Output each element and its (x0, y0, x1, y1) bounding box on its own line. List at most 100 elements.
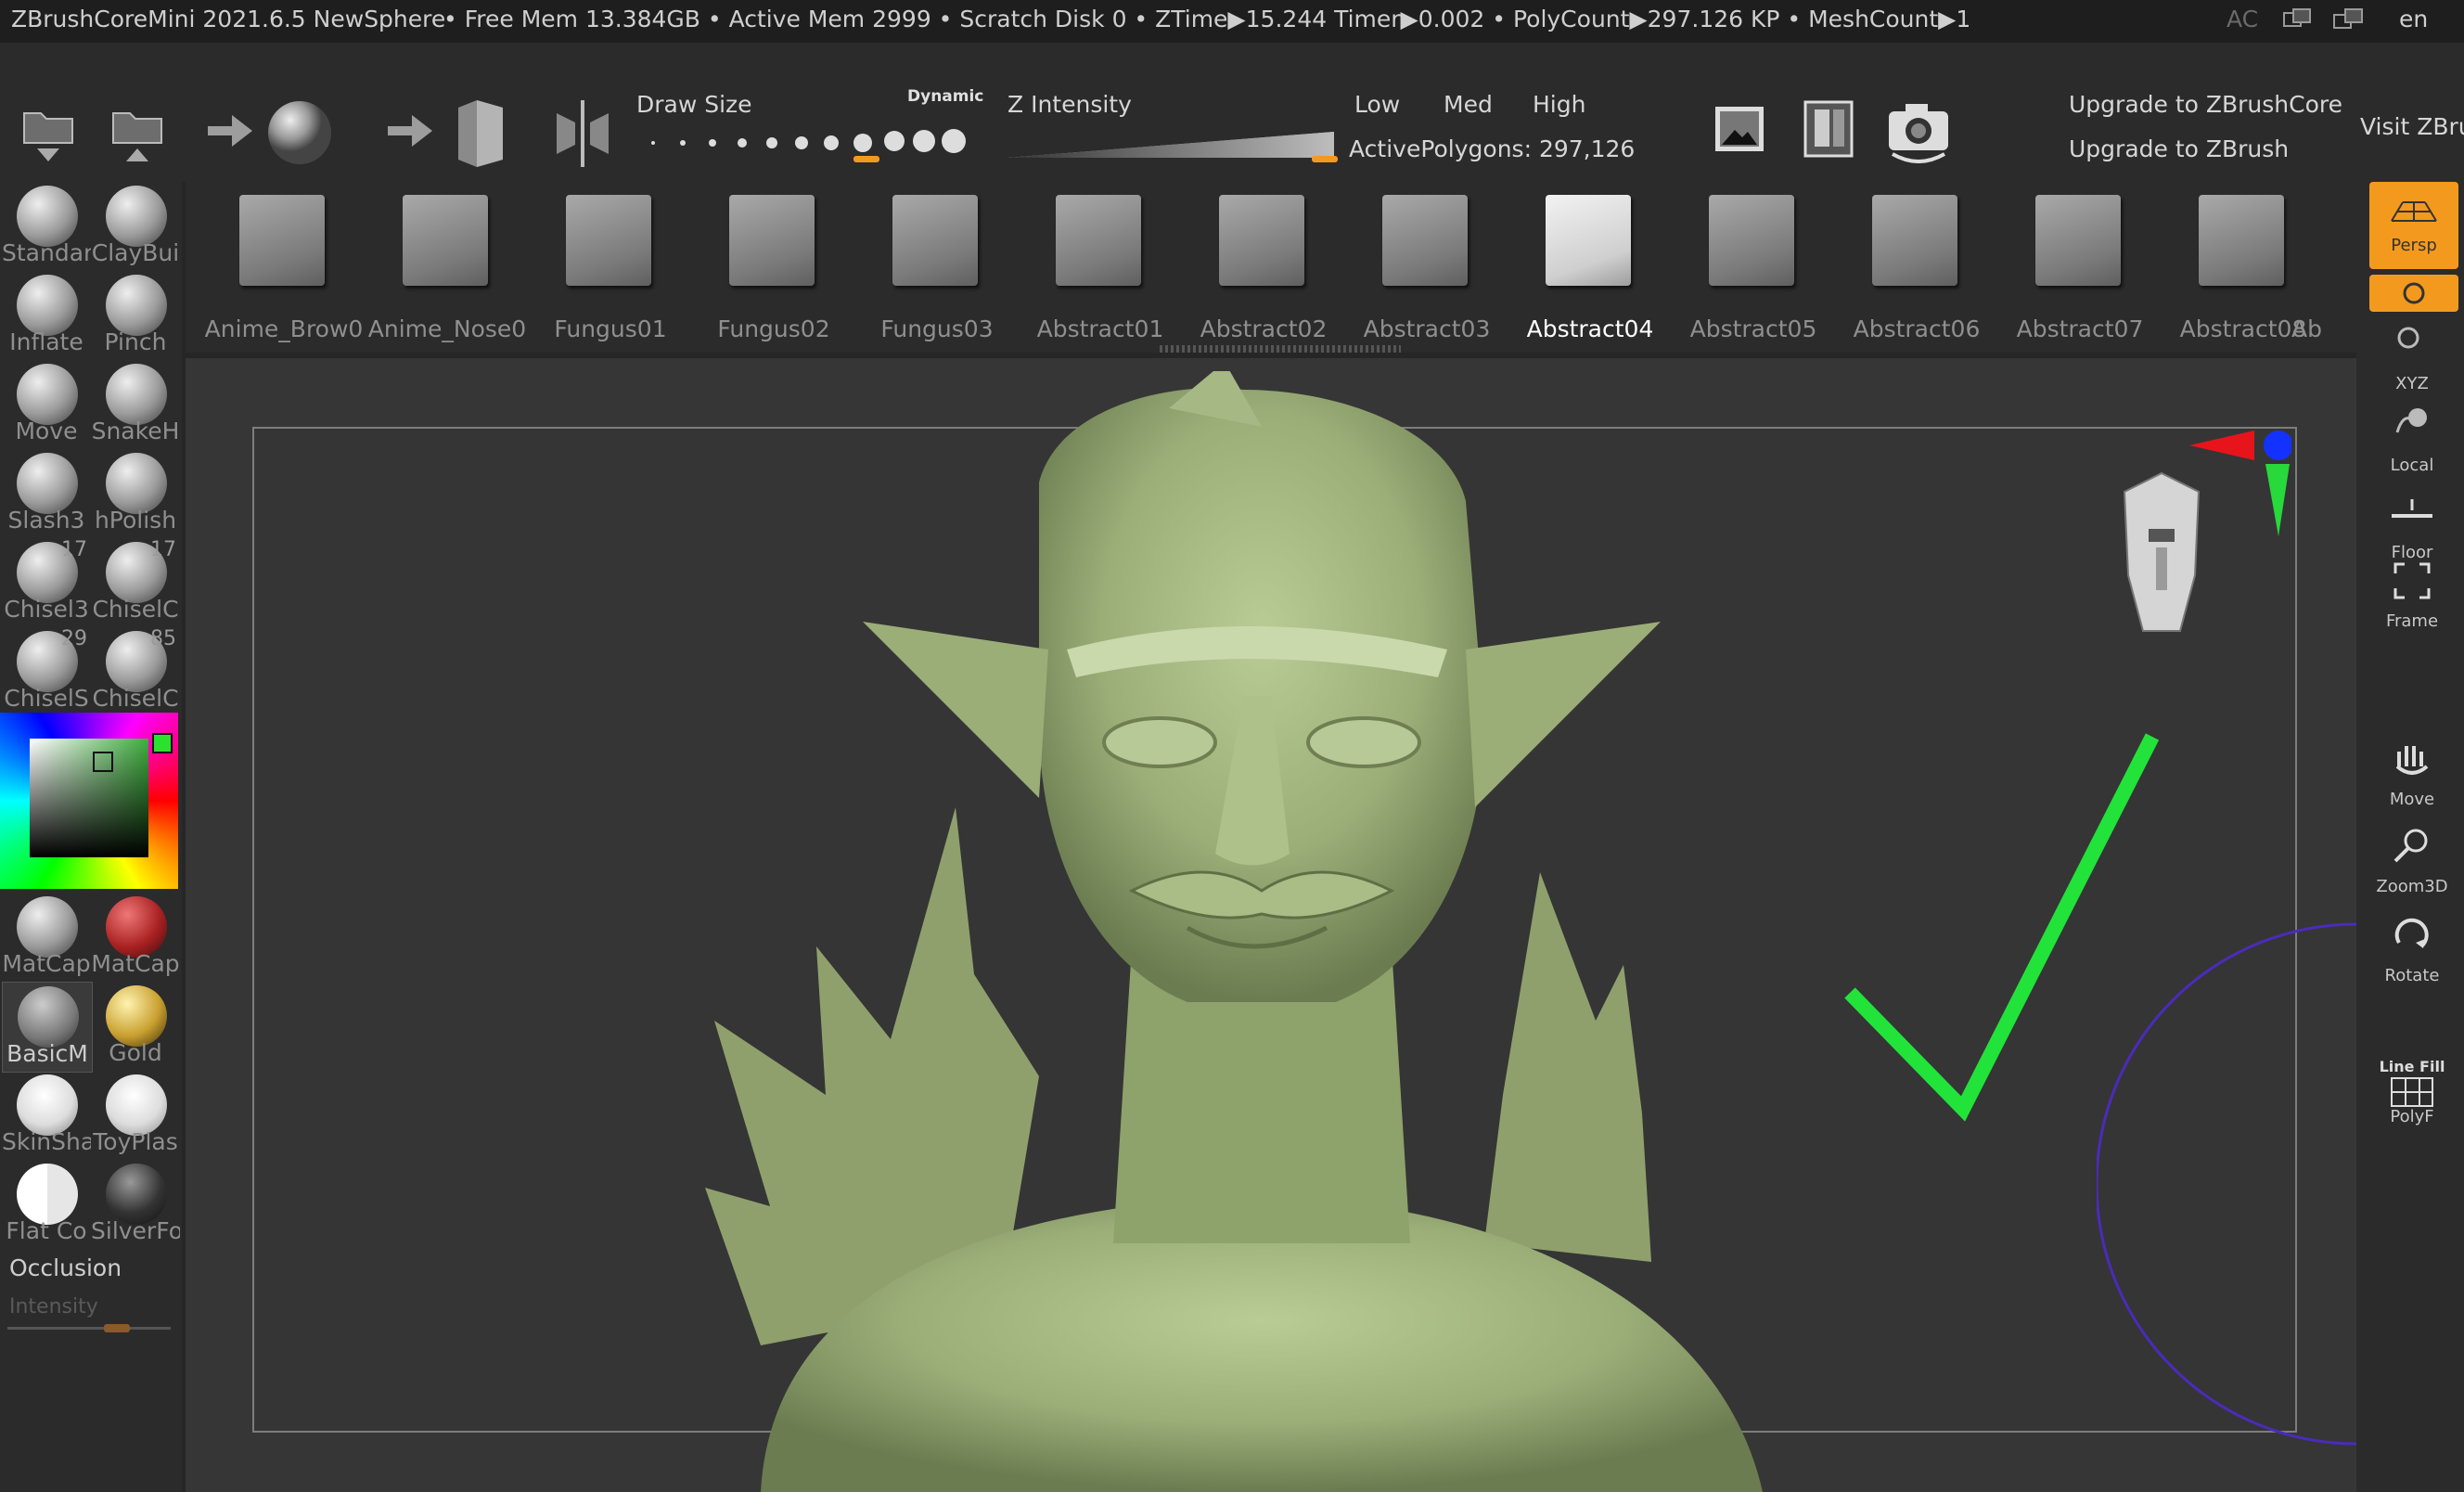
rotate-button[interactable]: Rotate (2368, 911, 2457, 985)
brush-item-fungus01[interactable]: Fungus01 (529, 187, 692, 351)
occlusion-label[interactable]: Occlusion (9, 1254, 122, 1281)
material-toyplastic[interactable]: ToyPlas (91, 1071, 180, 1160)
axis-gizmo[interactable] (2180, 427, 2291, 547)
tool-label: Slash3 (7, 507, 85, 534)
material-matcap-gray[interactable]: MatCap (2, 893, 91, 982)
window-layout-icon[interactable] (2282, 7, 2316, 37)
cube-tool-icon[interactable] (455, 96, 507, 174)
brush-icon (17, 453, 78, 514)
load-sphere-arrow-icon[interactable] (204, 108, 256, 158)
brush-icon (106, 186, 167, 247)
draw-size-handle[interactable] (853, 156, 879, 162)
brush-item-abstract06[interactable]: Abstract06 (1835, 187, 1998, 351)
brush-chisel3d[interactable]: 17 Chisel3 (2, 538, 91, 627)
brush-item-fungus02[interactable]: Fungus02 (692, 187, 855, 351)
brush-label: Abstract07 (2016, 315, 2144, 342)
brush-item-fungus03[interactable]: Fungus03 (855, 187, 1019, 351)
local-rotation-icon (2395, 408, 2427, 433)
upgrade-zbrush-button[interactable]: Upgrade to ZBrush (2069, 135, 2289, 162)
strip-scroll-grip[interactable] (1160, 345, 1401, 353)
intensity-slider[interactable] (7, 1324, 171, 1332)
brush-snakehook[interactable]: SnakeH (91, 360, 180, 449)
brush-label: Fungus02 (717, 315, 830, 342)
brush-item-abstract04-selected[interactable]: Abstract04 (1508, 187, 1672, 351)
color-saturation-square[interactable] (30, 739, 148, 857)
material-label: ToyPlas (93, 1128, 178, 1155)
language-button[interactable]: en (2399, 6, 2428, 32)
tool-label: ChiselS (4, 685, 89, 712)
local-button[interactable]: Local (2368, 401, 2457, 475)
low-button[interactable]: Low (1354, 91, 1400, 118)
open-file-icon[interactable] (19, 100, 78, 169)
brush-item-abstract05[interactable]: Abstract05 (1672, 187, 1835, 351)
floor-button[interactable]: Floor (2368, 488, 2457, 562)
ac-button[interactable]: AC (2227, 6, 2258, 32)
color-hue-cursor[interactable] (152, 733, 173, 753)
brush-item-anime-brow[interactable]: Anime_Brow0 (202, 187, 366, 351)
hand-move-icon (2395, 746, 2429, 775)
sculpted-bust-model[interactable] (649, 371, 1855, 1492)
intensity-handle[interactable] (104, 1324, 130, 1332)
brush-count: 17 (61, 538, 87, 561)
brush-item-abstract03[interactable]: Abstract03 (1345, 187, 1508, 351)
frame-button[interactable]: Frame (2368, 557, 2457, 631)
material-gold[interactable]: Gold (91, 982, 180, 1071)
brush-chiselcreature[interactable]: 17 ChiselC (91, 538, 180, 627)
book-icon[interactable] (1802, 98, 1855, 163)
brush-claybuildup[interactable]: ClayBui (91, 182, 180, 271)
top-shelf: Draw Size Dynamic Z Intensity Low Med Hi… (0, 43, 2464, 182)
brush-item-anime-nose[interactable]: Anime_Nose0 (366, 187, 529, 351)
brush-label: Abstract03 (1363, 315, 1491, 342)
dynamic-label[interactable]: Dynamic (907, 87, 983, 106)
brush-item-abstract07[interactable]: Abstract07 (1998, 187, 2162, 351)
line-fill-label: Line Fill (2379, 1058, 2445, 1075)
sphere-tool-icon[interactable] (265, 98, 334, 171)
brush-chiselcreature2[interactable]: 85 ChiselC (91, 627, 180, 716)
floor-grid-toggle[interactable] (2369, 275, 2458, 312)
material-swatch-icon (18, 986, 79, 1048)
brush-label: Fungus01 (554, 315, 667, 342)
z-intensity-handle[interactable] (1312, 156, 1338, 162)
brush-item-abstract02[interactable]: Abstract02 (1182, 187, 1345, 351)
window-restore-icon[interactable] (2332, 7, 2366, 37)
upgrade-core-button[interactable]: Upgrade to ZBrushCore (2069, 91, 2342, 118)
color-cursor[interactable] (93, 752, 113, 772)
material-skinshade[interactable]: SkinSha (2, 1071, 91, 1160)
tool-label: ChiselC (92, 596, 179, 623)
z-intensity-slider[interactable] (1007, 128, 1338, 162)
material-basic-selected[interactable]: BasicM (2, 982, 93, 1073)
high-button[interactable]: High (1533, 91, 1585, 118)
brush-thumbnail (892, 195, 978, 286)
material-matcap-red[interactable]: MatCap (91, 893, 180, 982)
move-view-button[interactable]: Move (2368, 735, 2457, 809)
xyz-button[interactable]: XYZ (2368, 319, 2457, 393)
brush-move[interactable]: Move (2, 360, 91, 449)
brush-slash3[interactable]: Slash3 (2, 449, 91, 538)
polyframe-button[interactable]: Line Fill PolyF (2368, 1058, 2457, 1126)
image-plane-icon[interactable] (1713, 104, 1766, 158)
material-silverfoil[interactable]: SilverFo (91, 1160, 180, 1249)
symmetry-icon[interactable] (553, 98, 612, 173)
persp-button[interactable]: Persp (2369, 182, 2458, 269)
brush-pinch[interactable]: Pinch (91, 271, 180, 360)
brush-label: Abstract01 (1036, 315, 1164, 342)
brush-inflate[interactable]: Inflate (2, 271, 91, 360)
brush-icon (17, 186, 78, 247)
brush-standard[interactable]: Standar (2, 182, 91, 271)
color-picker[interactable] (0, 713, 178, 889)
brush-thumbnail (1546, 195, 1631, 286)
zoom3d-button[interactable]: Zoom3D (2368, 822, 2457, 896)
save-file-icon[interactable] (108, 100, 167, 169)
tool-label: Standar (2, 239, 91, 266)
rotate-icon (2394, 918, 2429, 948)
brush-chiselscifi[interactable]: 29 ChiselS (2, 627, 91, 716)
draw-size-slider[interactable] (640, 122, 974, 162)
brush-item-abstract01[interactable]: Abstract01 (1019, 187, 1182, 351)
brush-hpolish[interactable]: hPolish (91, 449, 180, 538)
brush-item-partial[interactable]: Ab (2291, 187, 2347, 351)
med-button[interactable]: Med (1444, 91, 1493, 118)
load-cube-arrow-icon[interactable] (384, 108, 436, 158)
material-flatcolor[interactable]: Flat Co (2, 1160, 91, 1249)
camera-snapshot-icon[interactable] (1883, 96, 1954, 167)
visit-zbrush-link[interactable]: Visit ZBru (2360, 113, 2464, 140)
